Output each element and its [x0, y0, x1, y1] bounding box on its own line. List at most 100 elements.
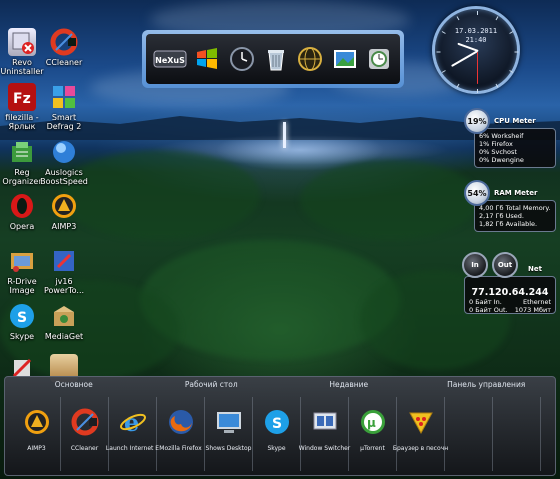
globe-icon[interactable]	[296, 45, 324, 73]
skype-icon: S	[8, 302, 36, 330]
desktop-icon-label: Auslogics BoostSpeed	[40, 168, 88, 186]
desktop-icon-aimp[interactable]: AIMP3	[38, 192, 90, 231]
utorrent-icon: µ	[358, 407, 388, 437]
net-speed: 1073 Мбит	[514, 306, 551, 314]
dock-slot-empty	[445, 397, 493, 471]
dock-slot-empty	[493, 397, 541, 471]
jv16-icon	[50, 247, 78, 275]
desktop-icon-ccleaner[interactable]: CCleaner	[38, 28, 90, 67]
dock-item-label: Skype	[267, 445, 286, 452]
tab-desktop[interactable]: Рабочий стол	[143, 377, 281, 393]
svg-text:µ: µ	[367, 416, 376, 430]
ie-icon: e	[118, 407, 148, 437]
tab-control-panel[interactable]: Панель управления	[418, 377, 556, 393]
desktop-icon-label: jv16 PowerTo...	[43, 277, 85, 295]
clock-minute-hand	[451, 50, 478, 67]
filezilla-icon: Fz	[8, 83, 36, 111]
net-row: 0 Байт In. Ethernet	[469, 298, 551, 306]
aimp-icon	[22, 407, 52, 437]
revo-icon	[8, 28, 36, 56]
dock-item-aimp[interactable]: AIMP3	[13, 397, 61, 471]
clock-tick	[514, 51, 519, 53]
dock-item-label: µTorrent	[360, 445, 385, 452]
clock-tick	[495, 83, 499, 88]
recycle-bin-icon[interactable]	[262, 45, 290, 73]
cpu-process-list: 6% Worksheif 1% Firefox 0% Svchost 0% Dw…	[474, 128, 556, 168]
desktop-icon-label: AIMP3	[51, 222, 77, 231]
ip-address: 77.120.64.244	[471, 287, 549, 298]
dock-item-firefox[interactable]: Mozilla Firefox	[157, 397, 205, 471]
net-info-panel: 77.120.64.244 0 Байт In. Ethernet 0 Байт…	[464, 276, 556, 314]
desktop-icon-mediaget[interactable]: MediaGet	[38, 302, 90, 341]
cpu-meter-gadget[interactable]: 19% CPU Meter 6% Worksheif 1% Firefox 0%…	[464, 108, 556, 172]
dock-item-sandboxie[interactable]: Браузер в песочн	[393, 397, 448, 471]
dock-tabs: Основное Рабочий стол Недавние Панель уп…	[5, 377, 555, 393]
dock-item-window-switcher[interactable]: Window Switcher	[298, 397, 351, 471]
svg-text:NeXuS: NeXuS	[155, 56, 185, 65]
ccleaner-icon	[50, 28, 78, 56]
mediaget-icon	[50, 302, 78, 330]
ram-meter-gadget[interactable]: 54% RAM Meter 4,00 Гб Total Memory. 2,17…	[464, 180, 556, 238]
tab-recent[interactable]: Недавние	[280, 377, 418, 393]
dock-item-internet-explorer[interactable]: e Launch Internet E	[105, 397, 160, 471]
nexus-logo[interactable]: NeXuS	[153, 45, 187, 73]
sandboxie-icon	[406, 407, 436, 437]
windows-icon[interactable]	[193, 45, 221, 73]
ram-info-line: 4,00 Гб Total Memory.	[479, 204, 551, 212]
clock-icon[interactable]	[228, 45, 256, 73]
desktop-icon-jv16[interactable]: jv16 PowerTo...	[38, 247, 90, 295]
ram-meter-title: RAM Meter	[494, 189, 538, 197]
gadget-icon[interactable]	[365, 45, 393, 73]
desktop-icon-auslogics[interactable]: Auslogics BoostSpeed	[38, 138, 90, 186]
clock-tick	[495, 16, 499, 21]
svg-text:Fz: Fz	[13, 91, 31, 107]
bottom-dock: Основное Рабочий стол Недавние Панель уп…	[4, 376, 556, 476]
clock-tick	[477, 11, 478, 15]
aimp-icon	[50, 192, 78, 220]
net-row: 0 Байт Out. 1073 Мбит	[469, 306, 551, 314]
dock-item-utorrent[interactable]: µ µTorrent	[349, 397, 397, 471]
ccleaner-icon	[70, 407, 100, 437]
smart-defrag-icon	[50, 83, 78, 111]
ram-info-line: 1,82 Гб Available.	[479, 220, 538, 228]
clock-gadget[interactable]: 17.03.2011 21:40	[432, 6, 520, 94]
dock-item-label: CCleaner	[70, 445, 99, 452]
dock-item-ccleaner[interactable]: CCleaner	[61, 397, 109, 471]
clock-tick	[509, 70, 514, 73]
net-in-button[interactable]: In	[462, 252, 488, 278]
ram-gauge: 54%	[464, 180, 490, 206]
desktop-icon-label: MediaGet	[44, 332, 84, 341]
cpu-process-line: 0% Svchost	[479, 148, 517, 156]
svg-text:S: S	[17, 310, 27, 326]
net-out-button[interactable]: Out	[492, 252, 518, 278]
net-meter-gadget[interactable]: 77.120.64.244 0 Байт In. Ethernet 0 Байт…	[462, 252, 556, 314]
firefox-icon	[166, 407, 196, 437]
clock-tick	[436, 51, 441, 53]
desktop-icon-label: Smart Defrag 2	[46, 113, 82, 131]
ram-info-list: 4,00 Гб Total Memory. 2,17 Гб Used. 1,82…	[474, 200, 556, 232]
photo-icon[interactable]	[331, 45, 359, 73]
dock-item-label: Mozilla Firefox	[159, 445, 202, 452]
net-bytes-in: 0 Байт In.	[469, 298, 502, 306]
clock-tick	[441, 70, 446, 73]
dock-item-label: Launch Internet E	[105, 445, 160, 452]
top-dock-shelf: NeXuS	[146, 34, 400, 84]
net-adapter: Ethernet	[523, 298, 551, 306]
reg-organizer-icon	[8, 138, 36, 166]
dock-item-show-desktop[interactable]: Shows Desktop	[205, 397, 253, 471]
cpu-process-line: 1% Firefox	[479, 140, 513, 148]
tab-main[interactable]: Основное	[5, 377, 143, 393]
cpu-meter-title: CPU Meter	[494, 117, 536, 125]
desktop-icon-smart-defrag[interactable]: Smart Defrag 2	[38, 83, 90, 131]
dock-item-skype[interactable]: S Skype	[253, 397, 301, 471]
net-meter-title: Net	[528, 265, 542, 273]
dock-item-label: Shows Desktop	[205, 445, 252, 452]
dock-item-label: Window Switcher	[298, 445, 351, 452]
svg-text:e: e	[124, 408, 139, 436]
dock-shelf: AIMP3 CCleaner e Launch Internet E Mozil…	[13, 397, 549, 471]
cpu-process-line: 0% Dwengine	[479, 156, 524, 164]
ram-info-line: 2,17 Гб Used.	[479, 212, 524, 220]
window-switcher-icon	[310, 407, 340, 437]
dock-item-label: AIMP3	[27, 445, 46, 452]
desktop-icon	[214, 407, 244, 437]
